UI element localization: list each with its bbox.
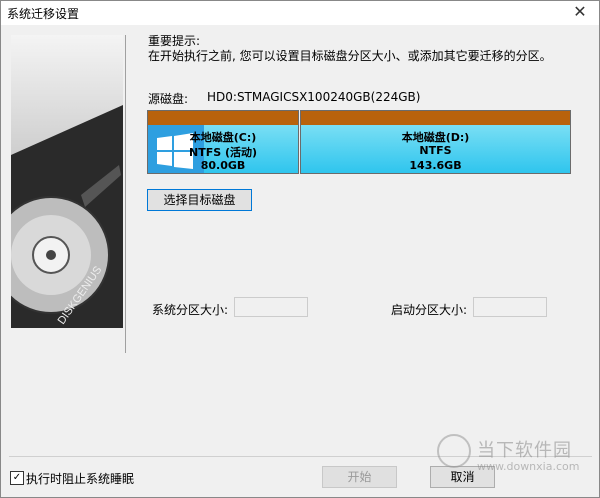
window-title: 系统迁移设置 — [7, 7, 80, 21]
close-icon[interactable]: ✕ — [569, 2, 591, 22]
partition-size: 80.0GB — [200, 159, 246, 172]
title-bar: 系统迁移设置 ✕ — [1, 1, 599, 25]
hard-disk-illustration: DISKGENIUS — [11, 105, 123, 328]
watermark-text: 当下软件园 — [477, 440, 572, 461]
partition-size: 143.6GB — [409, 159, 462, 172]
select-target-disk-button[interactable]: 选择目标磁盘 — [147, 189, 252, 211]
system-partition-size-label: 系统分区大小: — [152, 303, 229, 317]
watermark-url: www.downxia.com — [477, 460, 580, 473]
system-partition-size-input[interactable] — [234, 297, 308, 317]
partition-name: 本地磁盘(D:) — [401, 131, 470, 144]
source-disk-label: 源磁盘: — [148, 92, 189, 106]
watermark: 当下软件园 www.downxia.com — [437, 432, 597, 492]
partition-c[interactable]: 本地磁盘(C:) NTFS (活动) 80.0GB — [147, 110, 299, 174]
watermark-logo-icon — [437, 434, 471, 468]
prevent-sleep-label: 执行时阻止系统睡眠 — [26, 472, 135, 486]
start-button[interactable]: 开始 — [322, 466, 397, 488]
diskgenius-side-image: DISKGENIUS — [11, 35, 123, 328]
divider — [125, 35, 126, 353]
partition-d[interactable]: 本地磁盘(D:) NTFS 143.6GB — [300, 110, 571, 174]
partition-fs: NTFS — [419, 144, 452, 157]
partition-fs: NTFS (活动) — [188, 146, 258, 159]
migration-dialog: 系统迁移设置 ✕ DISKGENIUS 重要提示: 在开始执行之前, 您可以设置… — [0, 0, 600, 498]
source-disk-value: HD0:STMAGICSX100240GB(224GB) — [207, 90, 421, 104]
prevent-sleep-checkbox[interactable]: ✓ — [10, 471, 24, 485]
boot-partition-size-input[interactable] — [473, 297, 547, 317]
boot-partition-size-label: 启动分区大小: — [391, 303, 468, 317]
partition-name: 本地磁盘(C:) — [189, 131, 257, 144]
partition-usage-bar — [301, 111, 570, 125]
partition-usage-bar — [148, 111, 298, 125]
hint-text: 在开始执行之前, 您可以设置目标磁盘分区大小、或添加其它要迁移的分区。 — [148, 49, 552, 63]
